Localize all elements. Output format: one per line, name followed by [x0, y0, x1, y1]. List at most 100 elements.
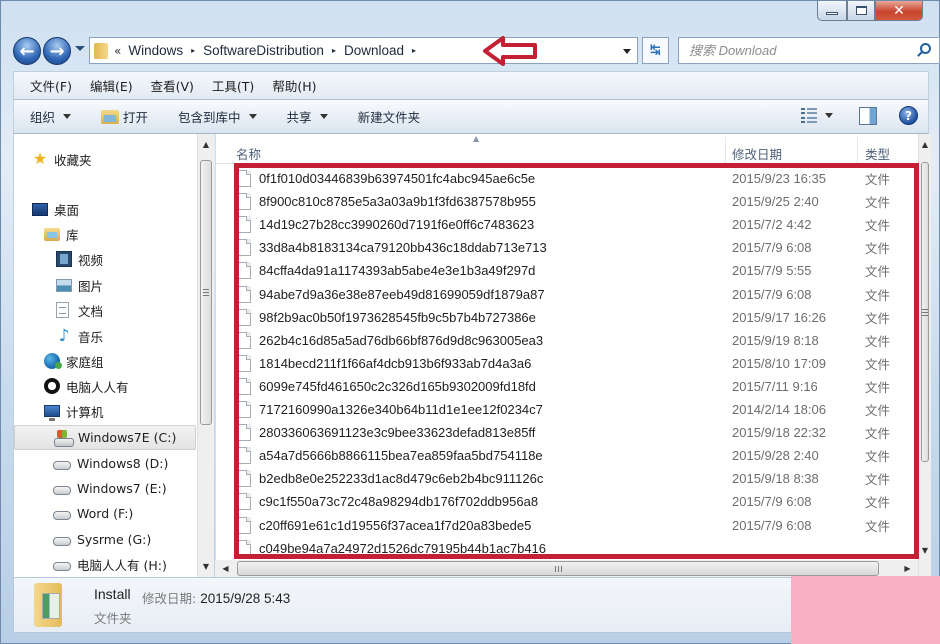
close-button[interactable]: ✕ — [875, 1, 923, 21]
breadcrumb-overflow[interactable]: « — [114, 44, 121, 58]
file-icon — [238, 447, 251, 465]
sidebar-item-drive-g[interactable]: Sysrme (G:) — [53, 528, 151, 550]
file-row[interactable]: c049be94a7a24972d1526dc79195b44b1ac7b416 — [216, 537, 919, 560]
address-dropdown[interactable] — [623, 49, 631, 54]
help-icon[interactable]: ? — [899, 106, 918, 125]
sidebar-item-drive-f[interactable]: Word (F:) — [53, 502, 133, 524]
sidebar-item-computer[interactable]: 计算机 — [44, 400, 104, 422]
file-row[interactable]: 14d19c27b28cc3990260d7191f6e0ff6c7483623… — [216, 213, 919, 236]
file-icon — [238, 331, 251, 349]
scroll-down-icon[interactable]: ▼ — [919, 542, 931, 559]
file-name: 94abe7d9a36e38e87eeb49d81699059df1879a87 — [259, 286, 545, 302]
file-modified-date: 2014/2/14 18:06 — [732, 402, 826, 417]
organize-label: 组织 — [30, 110, 56, 125]
file-name: 84cffa4da91a1174393ab5abe4e3e1b3a49f297d — [259, 263, 536, 279]
file-row[interactable]: 94abe7d9a36e38e87eeb49d81699059df1879a87… — [216, 283, 919, 306]
menu-file[interactable]: 文件(F) — [30, 76, 72, 95]
file-row[interactable]: 6099e745fd461650c2c326d165b9302009fd18fd… — [216, 375, 919, 398]
file-row[interactable]: 1814becd211f1f66af4dcb913b6f933ab7d4a3a6… — [216, 352, 919, 375]
chevron-down-icon — [63, 114, 72, 119]
file-row[interactable]: 262b4c16d85a5ad76db66bf876d9d8c963005ea3… — [216, 329, 919, 352]
file-name: 7172160990a1326e340b64b11d1e1ee12f0234c7 — [259, 402, 543, 417]
sidebar-item-libraries[interactable]: 库 — [44, 223, 79, 245]
preview-pane-icon[interactable] — [859, 106, 877, 125]
breadcrumb-separator[interactable]: ▸ — [412, 46, 416, 55]
scrollbar-thumb[interactable] — [200, 160, 212, 425]
minimize-button[interactable] — [817, 1, 847, 21]
column-header-type[interactable]: 类型 — [865, 144, 890, 163]
view-options-dropdown[interactable] — [825, 113, 833, 118]
sidebar-item-user[interactable]: 电脑人人有 — [44, 375, 129, 397]
column-divider[interactable] — [857, 137, 858, 163]
scroll-left-icon[interactable]: ◀ — [217, 560, 234, 577]
file-list-scrollbar[interactable]: ▲ ▼ — [918, 134, 931, 577]
file-row[interactable]: c20ff691e61c1d19556f37acea1f7d20a83bede5… — [216, 514, 919, 537]
file-row[interactable]: a54a7d5666b8866115bea7ea859faa5bd754118e… — [216, 444, 919, 467]
search-input[interactable] — [689, 43, 909, 58]
file-list-horizontal-scrollbar[interactable]: ◀ ▶ — [215, 560, 918, 577]
sidebar-item-label: 电脑人人有 — [66, 379, 129, 395]
file-icon — [238, 493, 251, 511]
breadcrumb-windows[interactable]: Windows — [128, 43, 183, 58]
file-row[interactable]: c9c1f550a73c72c48a98294db176f702ddb956a8… — [216, 490, 919, 513]
sidebar-item-desktop[interactable]: 桌面 — [32, 198, 79, 220]
sidebar-item-drive-e[interactable]: Windows7 (E:) — [53, 477, 167, 499]
file-row[interactable]: 98f2b9ac0b50f1973628545fb9c5b7b4b727386e… — [216, 306, 919, 329]
sidebar-item-homegroup[interactable]: 家庭组 — [44, 350, 104, 372]
address-bar[interactable]: « Windows ▸ SoftwareDistribution ▸ Downl… — [89, 37, 638, 64]
search-box[interactable] — [678, 37, 940, 64]
navigation-pane: ★ 收藏夹 桌面 库 视频 图片 文档 ♪ 音乐 家庭组 电脑人人有 计算机 W… — [13, 134, 198, 577]
sidebar-item-drive-c[interactable]: Windows7E (C:) — [14, 425, 196, 450]
file-row[interactable]: b2edb8e0e252233d1ac8d479c6eb2b4bc911126c… — [216, 467, 919, 490]
navigation-pane-scrollbar[interactable]: ▲ ▼ — [197, 134, 214, 577]
maximize-button[interactable] — [847, 1, 875, 21]
menu-help[interactable]: 帮助(H) — [272, 76, 316, 95]
column-header-name[interactable]: 名称 — [236, 144, 261, 163]
back-button[interactable]: ← — [13, 37, 41, 65]
recent-pages-dropdown[interactable] — [75, 46, 85, 51]
include-in-library-button[interactable]: 包含到库中 — [178, 107, 257, 126]
forward-button[interactable]: → — [43, 37, 71, 65]
share-button[interactable]: 共享 — [287, 107, 328, 126]
column-divider[interactable] — [725, 137, 726, 163]
file-name: c20ff691e61c1d19556f37acea1f7d20a83bede5 — [259, 517, 532, 533]
sidebar-item-drive-d[interactable]: Windows8 (D:) — [53, 452, 168, 474]
sidebar-item-pictures[interactable]: 图片 — [56, 274, 103, 296]
organize-button[interactable]: 组织 — [30, 107, 72, 126]
scroll-down-icon[interactable]: ▼ — [198, 558, 214, 575]
sidebar-item-drive-h[interactable]: 电脑人人有 (H:) — [53, 553, 167, 575]
menu-edit[interactable]: 编辑(E) — [90, 76, 133, 95]
search-icon[interactable] — [920, 43, 931, 54]
file-icon — [238, 239, 251, 257]
scrollbar-thumb[interactable] — [237, 561, 879, 576]
sidebar-item-videos[interactable]: 视频 — [56, 248, 103, 270]
file-row[interactable]: 0f1f010d03446839b63974501fc4abc945ae6c5e… — [216, 167, 919, 190]
menu-view[interactable]: 查看(V) — [151, 76, 194, 95]
sidebar-item-favorites[interactable]: ★ 收藏夹 — [32, 148, 92, 170]
column-header-modified[interactable]: 修改日期 — [732, 144, 782, 163]
scroll-up-icon[interactable]: ▲ — [919, 136, 931, 153]
refresh-button[interactable]: ↹ — [642, 37, 669, 64]
file-name: c049be94a7a24972d1526dc79195b44b1ac7b416 — [259, 540, 547, 556]
sidebar-item-music[interactable]: ♪ 音乐 — [56, 325, 103, 347]
new-folder-button[interactable]: 新建文件夹 — [358, 107, 421, 126]
open-button[interactable]: 打开 — [101, 107, 148, 126]
scroll-right-icon[interactable]: ▶ — [899, 560, 916, 577]
file-row[interactable]: 84cffa4da91a1174393ab5abe4e3e1b3a49f297d… — [216, 259, 919, 282]
breadcrumb-separator[interactable]: ▸ — [191, 46, 195, 55]
file-row[interactable]: 8f900c810c8785e5a3a03a9b1f3fd6387578b955… — [216, 190, 919, 213]
library-icon — [44, 227, 60, 241]
file-row[interactable]: 7172160990a1326e340b64b11d1e1ee12f0234c7… — [216, 398, 919, 421]
scrollbar-thumb[interactable] — [921, 162, 929, 462]
sidebar-item-label: Windows7 (E:) — [77, 480, 167, 496]
file-icon — [238, 401, 251, 418]
breadcrumb-softwaredistribution[interactable]: SoftwareDistribution — [203, 43, 324, 58]
file-row[interactable]: 280336063691123e3c9bee33623defad813e85ff… — [216, 421, 919, 444]
file-row[interactable]: 33d8a4b8183134ca79120bb436c18ddab713e713… — [216, 236, 919, 259]
sidebar-item-documents[interactable]: 文档 — [56, 299, 103, 321]
view-details-icon[interactable] — [801, 107, 817, 124]
menu-tools[interactable]: 工具(T) — [212, 76, 254, 95]
scroll-up-icon[interactable]: ▲ — [198, 136, 214, 153]
breadcrumb-download[interactable]: Download — [344, 43, 404, 58]
breadcrumb-separator[interactable]: ▸ — [332, 46, 336, 55]
